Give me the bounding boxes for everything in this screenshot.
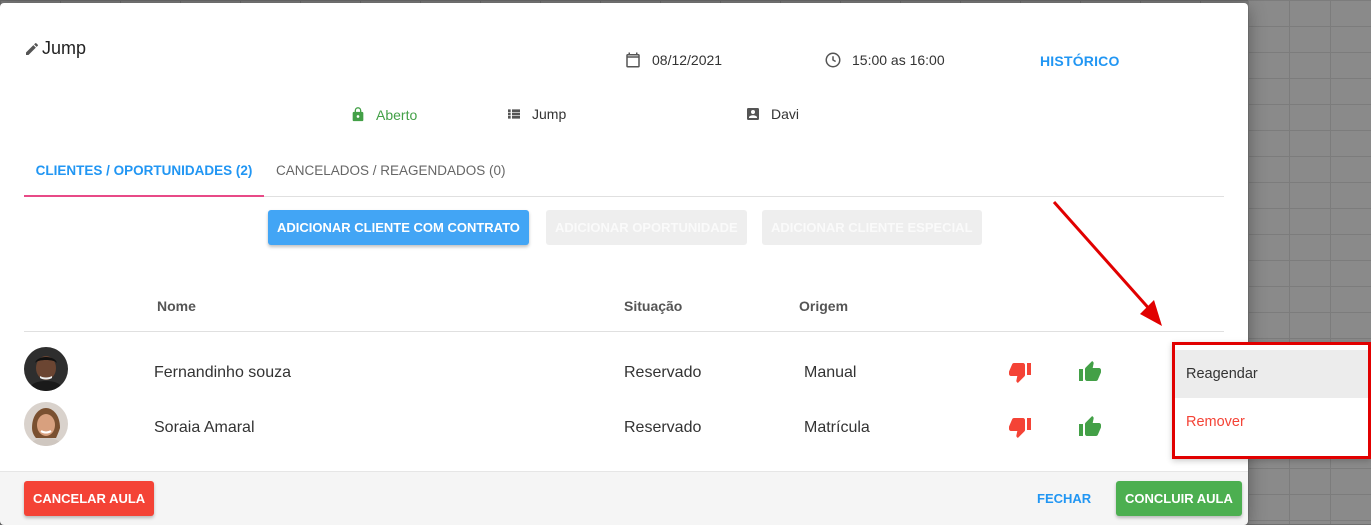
row-context-menu: Reagendar Remover	[1172, 342, 1371, 459]
date-field: 08/12/2021	[624, 51, 722, 69]
add-contract-client-button[interactable]: ADICIONAR CLIENTE COM CONTRATO	[268, 210, 529, 245]
client-origin: Matrícula	[804, 419, 870, 436]
thumbs-up-icon[interactable]	[1078, 360, 1102, 389]
tab-cancelled[interactable]: CANCELADOS / REAGENDADOS (0)	[276, 153, 506, 195]
thumbs-down-icon[interactable]	[1008, 360, 1032, 389]
calendar-icon	[624, 51, 642, 69]
client-status: Reservado	[624, 419, 702, 436]
cancel-class-button[interactable]: CANCELAR AULA	[24, 481, 155, 516]
column-header-origin: Origem	[799, 298, 849, 314]
client-status: Reservado	[624, 364, 702, 381]
clock-icon	[824, 51, 842, 69]
dialog-title-text: Jump	[42, 38, 87, 58]
avatar	[24, 402, 68, 446]
lock-icon	[350, 106, 366, 123]
avatar	[24, 347, 68, 391]
client-name: Fernandinho souza	[154, 364, 291, 381]
add-special-client-button[interactable]: ADICIONAR CLIENTE ESPECIAL	[762, 210, 982, 245]
dialog-title: Jump	[24, 38, 86, 59]
status-value: Aberto	[376, 106, 418, 123]
close-button[interactable]: FECHAR	[1028, 481, 1100, 516]
contact-card-icon	[745, 106, 761, 122]
time-field: 15:00 as 16:00	[824, 51, 945, 69]
annotation-arrow	[1052, 201, 1162, 326]
complete-class-button[interactable]: CONCLUIR AULA	[1116, 481, 1242, 516]
column-header-status: Situação	[624, 298, 683, 314]
column-header-name: Nome	[157, 298, 196, 314]
instructor-value: Davi	[771, 106, 800, 122]
instructor-field: Davi	[745, 106, 799, 122]
client-name: Soraia Amaral	[154, 419, 255, 436]
thumbs-up-icon[interactable]	[1078, 415, 1102, 444]
activity-field: Jump	[506, 106, 566, 122]
remove-menu-item[interactable]: Remover	[1175, 398, 1368, 446]
tab-clients[interactable]: CLIENTES / OPORTUNIDADES (2)	[24, 153, 264, 197]
activity-value: Jump	[532, 106, 567, 122]
time-value: 15:00 as 16:00	[852, 52, 945, 68]
pencil-icon	[24, 41, 40, 57]
reschedule-menu-item[interactable]: Reagendar	[1175, 350, 1368, 398]
history-link[interactable]: HISTÓRICO	[1040, 53, 1120, 69]
thumbs-down-icon[interactable]	[1008, 415, 1032, 444]
list-icon	[506, 106, 522, 122]
status-field: Aberto	[350, 106, 417, 123]
client-origin: Manual	[804, 364, 857, 381]
date-value: 08/12/2021	[652, 52, 723, 68]
add-opportunity-button[interactable]: ADICIONAR OPORTUNIDADE	[546, 210, 747, 245]
